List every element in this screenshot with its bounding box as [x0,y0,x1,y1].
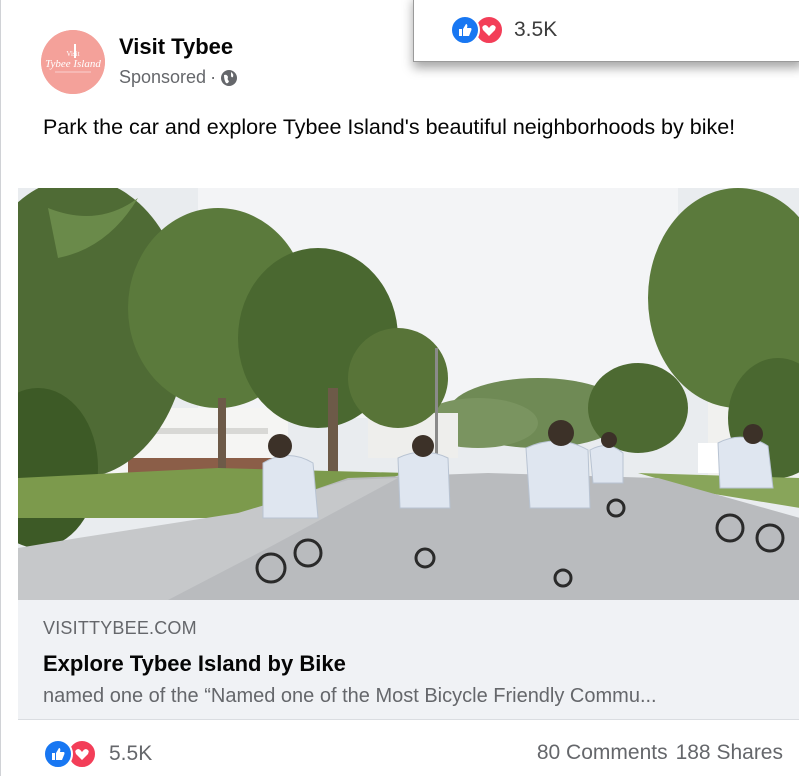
sponsored-post-card: Visit Tybee Island Visit Tybee Sponsored… [0,0,799,776]
overlay-reaction-icons [450,15,504,45]
page-name[interactable]: Visit Tybee [119,34,233,60]
reaction-overlay-card: 3.5K [413,0,799,62]
post-meta: Sponsored · [119,67,238,88]
like-icon [450,15,480,45]
like-icon [43,739,73,769]
engagement-stats: 80 Comments 188 Shares [537,741,783,765]
overlay-reaction-count[interactable]: 3.5K [514,18,557,42]
link-description: named one of the “Named one of the Most … [43,685,657,707]
reaction-icons [43,739,97,769]
comments-count[interactable]: 80 Comments [537,741,668,765]
shares-count[interactable]: 188 Shares [676,741,783,765]
post-text: Park the car and explore Tybee Island's … [43,115,736,139]
svg-text:Tybee Island: Tybee Island [45,58,101,70]
overlay-reactions[interactable]: 3.5K [450,15,557,45]
link-preview[interactable]: VISITTYBEE.COM Explore Tybee Island by B… [18,600,799,720]
post-photo-bikers[interactable] [18,188,799,600]
sponsored-label[interactable]: Sponsored [119,67,206,88]
meta-separator: · [210,67,217,87]
tybee-logo-icon: Visit Tybee Island [41,30,105,94]
link-domain: VISITTYBEE.COM [43,618,197,638]
reaction-count[interactable]: 5.5K [109,742,152,766]
page-avatar[interactable]: Visit Tybee Island [41,30,105,94]
link-title[interactable]: Explore Tybee Island by Bike [43,651,346,677]
footer-reactions[interactable]: 5.5K [43,739,152,769]
svg-text:Visit: Visit [66,50,79,58]
globe-icon[interactable] [220,69,238,87]
